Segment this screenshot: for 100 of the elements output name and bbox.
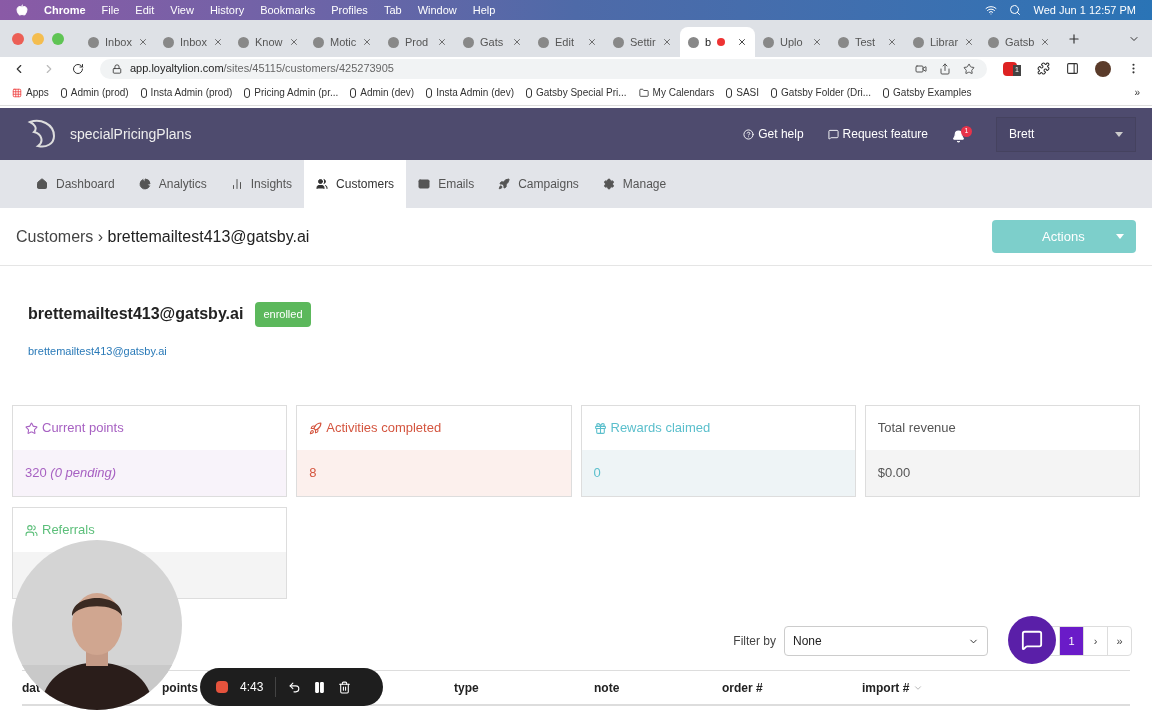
menu-item[interactable]: File (101, 1, 120, 19)
header-link[interactable]: Request feature (827, 125, 928, 143)
browser-tab[interactable]: Settir (605, 27, 680, 57)
undo-icon[interactable] (288, 680, 302, 694)
nav-tab[interactable]: Manage (590, 160, 679, 208)
tab-favicon (988, 36, 999, 48)
browser-tab[interactable]: Inbox (155, 27, 230, 57)
column-header[interactable]: import # (862, 678, 924, 697)
pause-icon[interactable] (313, 680, 327, 694)
new-tab-icon[interactable] (1067, 31, 1081, 46)
user-menu[interactable]: Brett (996, 116, 1136, 152)
bookmark[interactable]: Insta Admin (prod) (140, 85, 233, 100)
close-tab-icon[interactable] (964, 37, 975, 47)
recording-time: 4:43 (240, 679, 264, 696)
bookmark[interactable]: Gatsby Special Pri... (525, 85, 627, 100)
tab-title: Settir (630, 34, 656, 50)
close-tab-icon[interactable] (737, 37, 747, 47)
nav-tab[interactable]: Analytics (126, 160, 219, 208)
nav-tab[interactable]: Dashboard (24, 160, 127, 208)
trash-icon[interactable] (338, 680, 352, 694)
bookmark[interactable]: Pricing Admin (pr... (244, 85, 339, 100)
tab-title: Uplo (780, 34, 803, 50)
reload-icon[interactable] (72, 62, 84, 75)
browser-tab[interactable]: b (680, 27, 755, 57)
home-icon (36, 178, 48, 190)
column-header[interactable]: points (162, 678, 198, 697)
menu-item[interactable]: View (170, 1, 194, 19)
stat-label: Current points (42, 419, 124, 438)
browser-tab[interactable]: Know (230, 27, 305, 57)
bookmark[interactable]: SASI (726, 85, 760, 100)
menu-item[interactable]: Tab (383, 1, 402, 19)
browser-tab[interactable]: Test (830, 27, 905, 57)
tab-title: Librar (930, 34, 959, 50)
column-header[interactable]: type (454, 678, 479, 697)
column-header[interactable]: note (594, 678, 620, 697)
close-tab-icon[interactable] (1040, 37, 1051, 47)
more-bookmarks-button[interactable]: » (1134, 85, 1140, 100)
menu-item[interactable]: Chrome (44, 1, 86, 19)
tab-title: Prod (405, 34, 429, 50)
page-button[interactable]: » (1107, 627, 1131, 655)
bell-icon[interactable] (952, 129, 965, 143)
chat-launcher[interactable] (1008, 616, 1056, 664)
bookmark[interactable]: Apps (12, 85, 49, 100)
nav-tab[interactable]: Customers (304, 160, 407, 208)
side-panel-icon[interactable] (1066, 62, 1079, 75)
close-tab-icon[interactable] (362, 37, 373, 47)
menu-item[interactable]: History (209, 1, 245, 19)
bookmark[interactable]: Gatsby Folder (Dri... (771, 85, 872, 100)
nav-tab[interactable]: Emails (406, 160, 487, 208)
browser-tab[interactable]: Inbox (80, 27, 155, 57)
browser-tab[interactable]: Edit (530, 27, 605, 57)
close-tab-icon[interactable] (812, 37, 822, 47)
recording-icon (717, 38, 726, 46)
help-icon (743, 128, 755, 140)
close-tab-icon[interactable] (662, 37, 672, 47)
browser-tab[interactable]: Uplo (755, 27, 830, 57)
bookmark[interactable]: Insta Admin (dev) (426, 85, 514, 100)
bookmark-star-icon[interactable] (963, 62, 976, 75)
browser-tab[interactable]: Prod (380, 27, 455, 57)
bookmark[interactable]: Gatsby Examples (883, 85, 972, 100)
menu-item[interactable]: Help (472, 1, 496, 19)
stop-button[interactable] (216, 681, 228, 693)
bookmark[interactable]: Admin (dev) (350, 85, 415, 100)
column-header[interactable]: order # (722, 678, 763, 697)
browser-tab[interactable]: Librar (905, 27, 980, 57)
search-icon[interactable] (1009, 4, 1022, 16)
close-tab-icon[interactable] (512, 37, 522, 47)
nav-tab[interactable]: Insights (218, 160, 305, 208)
close-tab-icon[interactable] (587, 37, 597, 47)
filter-select[interactable]: None (784, 626, 988, 656)
close-tab-icon[interactable] (137, 37, 148, 47)
menu-item[interactable]: Window (417, 1, 457, 19)
extensions-icon[interactable] (1037, 62, 1050, 75)
email-link[interactable]: brettemailtest413@gatsby.ai (28, 342, 167, 359)
close-window-button[interactable] (12, 32, 24, 45)
close-tab-icon[interactable] (887, 37, 897, 47)
share-icon[interactable] (939, 62, 952, 75)
menu-item[interactable]: Edit (135, 1, 155, 19)
bookmark[interactable]: Admin (prod) (60, 85, 129, 100)
gift-icon (593, 421, 607, 435)
profile-avatar[interactable] (1095, 60, 1111, 77)
close-tab-icon[interactable] (212, 37, 223, 47)
menu-item[interactable]: Profiles (331, 1, 368, 19)
wifi-icon[interactable] (985, 4, 998, 16)
bookmark[interactable]: My Calendars (638, 85, 715, 100)
tab-favicon (313, 36, 324, 48)
address-field[interactable]: app.loyaltylion.com/sites/45115/customers/425273905 (100, 58, 988, 79)
menu-item[interactable]: Bookmarks (260, 1, 316, 19)
page-button[interactable]: 1 (1059, 627, 1083, 655)
apple-icon[interactable] (16, 4, 28, 16)
nav-tab[interactable]: Campaigns (486, 160, 591, 208)
camera-icon[interactable] (915, 62, 928, 75)
browser-tab[interactable]: Gats (455, 27, 530, 57)
page-button[interactable]: › (1083, 627, 1107, 655)
header-link[interactable]: Get help (743, 125, 804, 143)
close-tab-icon[interactable] (437, 37, 447, 47)
browser-tab[interactable]: Motic (305, 27, 380, 57)
stat-value: 320 (0 pending) (25, 464, 117, 483)
close-tab-icon[interactable] (288, 37, 299, 47)
browser-tab[interactable]: Gatsb (980, 27, 1055, 57)
